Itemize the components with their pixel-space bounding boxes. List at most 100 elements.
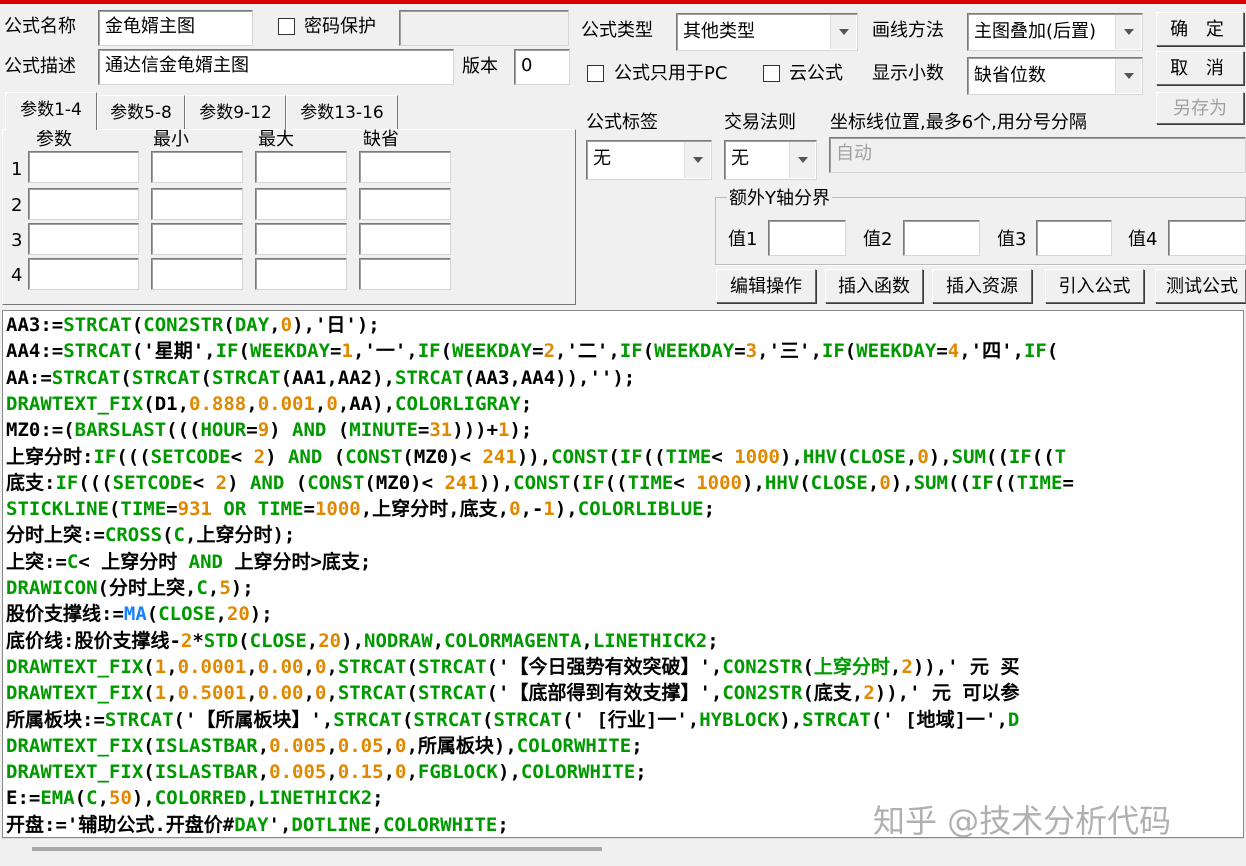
code-token: 0 xyxy=(917,445,929,468)
param-min-input[interactable] xyxy=(151,188,243,220)
code-token: (AA3,AA4)),''); xyxy=(463,366,636,389)
tab-params-1-4[interactable]: 参数1-4 xyxy=(5,92,97,130)
chevron-down-icon[interactable] xyxy=(1115,15,1141,49)
test-formula-button[interactable]: 测试公式 xyxy=(1155,269,1246,303)
password-input[interactable] xyxy=(399,10,569,46)
tab-params-13-16[interactable]: 参数13-16 xyxy=(286,95,398,129)
formula-name-input[interactable]: 金龟婿主图 xyxy=(98,10,253,46)
code-token: 241 xyxy=(482,445,517,468)
formula-tag-label: 公式标签 xyxy=(586,112,658,133)
param-name-input[interactable] xyxy=(28,151,139,183)
code-token: CLOSE xyxy=(249,629,307,652)
title-accent-line xyxy=(0,0,1246,4)
param-max-input[interactable] xyxy=(255,188,347,220)
formula-tag-select[interactable]: 无 xyxy=(586,140,712,180)
formula-desc-input[interactable]: 通达信金龟婿主图 xyxy=(98,49,454,85)
code-token: = xyxy=(303,498,315,521)
chevron-down-icon[interactable] xyxy=(684,142,710,178)
param-min-input[interactable] xyxy=(151,151,243,183)
code-token: ),'日'); xyxy=(292,314,380,336)
trade-rule-select[interactable]: 无 xyxy=(724,140,817,180)
code-token: ( xyxy=(143,655,155,678)
param-min-input[interactable] xyxy=(151,223,243,255)
code-token: , xyxy=(326,682,338,705)
code-token: ( xyxy=(146,603,159,626)
code-token: ((( xyxy=(116,445,151,468)
code-token: 0.5001 xyxy=(177,682,247,705)
code-line: DRAWTEXT_FIX(1,0.5001,0.00,0,STRCAT(STRC… xyxy=(6,680,1019,706)
decimals-value: 缺省位数 xyxy=(974,65,1046,86)
code-line: 上突:=C< 上穿分时 AND 上穿分时>底支; xyxy=(6,549,371,575)
code-token: COLORRED xyxy=(154,787,247,810)
code-token: ; xyxy=(497,813,509,836)
code-token: , xyxy=(303,655,315,678)
yaxis-val3-input[interactable] xyxy=(1036,220,1112,256)
pc-only-label: 公式只用于PC xyxy=(614,63,728,84)
param-name-input[interactable] xyxy=(28,258,139,290)
code-token: 0.001 xyxy=(257,392,315,415)
yaxis-val2-input[interactable] xyxy=(903,220,980,256)
ok-button[interactable]: 确 定 xyxy=(1156,12,1244,46)
code-editor[interactable]: AA3:=STRCAT(CON2STR(DAY,0),'日'); AA4:= STR… xyxy=(2,310,1244,838)
formula-type-select[interactable]: 其他类型 xyxy=(676,13,858,51)
code-token: 20 xyxy=(226,603,250,626)
tab-params-9-12[interactable]: 参数9-12 xyxy=(185,95,286,129)
code-token: , xyxy=(215,603,227,626)
chevron-down-icon[interactable] xyxy=(789,142,815,178)
code-token: )), xyxy=(516,445,552,468)
tab-params-5-8[interactable]: 参数5-8 xyxy=(97,95,185,129)
code-token: ; xyxy=(520,392,533,415)
version-input[interactable]: 0 xyxy=(514,49,570,85)
code-token: DRAWTEXT_FIX xyxy=(6,761,144,784)
code-token: ), xyxy=(779,708,803,731)
code-token: 2 xyxy=(215,471,228,494)
param-row-number: 3 xyxy=(11,230,23,251)
param-default-input[interactable] xyxy=(359,151,451,183)
param-default-input[interactable] xyxy=(359,188,451,220)
yaxis-val2-label: 值2 xyxy=(863,229,893,250)
code-token: T xyxy=(1054,445,1067,468)
param-max-input[interactable] xyxy=(255,223,347,255)
code-token: HOUR xyxy=(200,419,247,442)
code-token: 241 xyxy=(444,471,479,494)
decimals-select[interactable]: 缺省位数 xyxy=(967,57,1143,95)
param-max-input[interactable] xyxy=(255,151,347,183)
param-default-input[interactable] xyxy=(359,258,451,290)
param-name-input[interactable] xyxy=(28,223,139,255)
code-token: CON2STR xyxy=(143,314,224,336)
yaxis-val1-input[interactable] xyxy=(768,220,846,256)
cloud-checkbox[interactable] xyxy=(763,65,780,82)
save-as-button[interactable]: 另存为 xyxy=(1156,92,1244,124)
code-token: )), xyxy=(478,471,514,494)
coord-line-input[interactable]: 自动 xyxy=(829,137,1246,173)
param-default-input[interactable] xyxy=(359,223,451,255)
code-token: , xyxy=(257,761,270,784)
code-token: COLORLIBLUE xyxy=(577,498,704,521)
code-token: (分时上突, xyxy=(97,577,197,599)
code-token: 0 xyxy=(509,498,521,521)
code-line: 股价支撑线:=MA(CLOSE,20); xyxy=(6,601,273,627)
param-min-input[interactable] xyxy=(151,258,243,290)
code-token: ); xyxy=(249,603,273,626)
code-token: SETCODE xyxy=(150,445,231,468)
code-token: STRCAT xyxy=(802,708,871,731)
chevron-down-icon[interactable] xyxy=(830,15,856,49)
param-name-input[interactable] xyxy=(28,188,139,220)
insert-resource-button[interactable]: 插入资源 xyxy=(932,269,1032,303)
password-checkbox[interactable] xyxy=(278,18,295,35)
cancel-button[interactable]: 取 消 xyxy=(1156,51,1244,85)
draw-method-select[interactable]: 主图叠加(后置) xyxy=(967,13,1143,51)
edit-ops-button[interactable]: 编辑操作 xyxy=(716,269,816,303)
param-max-input[interactable] xyxy=(255,258,347,290)
code-token: WEEKDAY xyxy=(654,340,735,363)
pc-only-checkbox[interactable] xyxy=(587,65,604,82)
chevron-down-icon[interactable] xyxy=(1115,59,1141,93)
insert-function-button[interactable]: 插入函数 xyxy=(825,269,923,303)
code-token: AA4:= xyxy=(6,340,64,363)
code-line: AA3:=STRCAT(CON2STR(DAY,0),'日'); xyxy=(6,312,380,338)
scrollbar-thumb[interactable] xyxy=(32,847,602,851)
code-token: , xyxy=(383,761,396,784)
yaxis-val4-input[interactable] xyxy=(1168,220,1246,256)
import-formula-button[interactable]: 引入公式 xyxy=(1045,269,1144,303)
code-token: 上突:= xyxy=(6,550,67,573)
